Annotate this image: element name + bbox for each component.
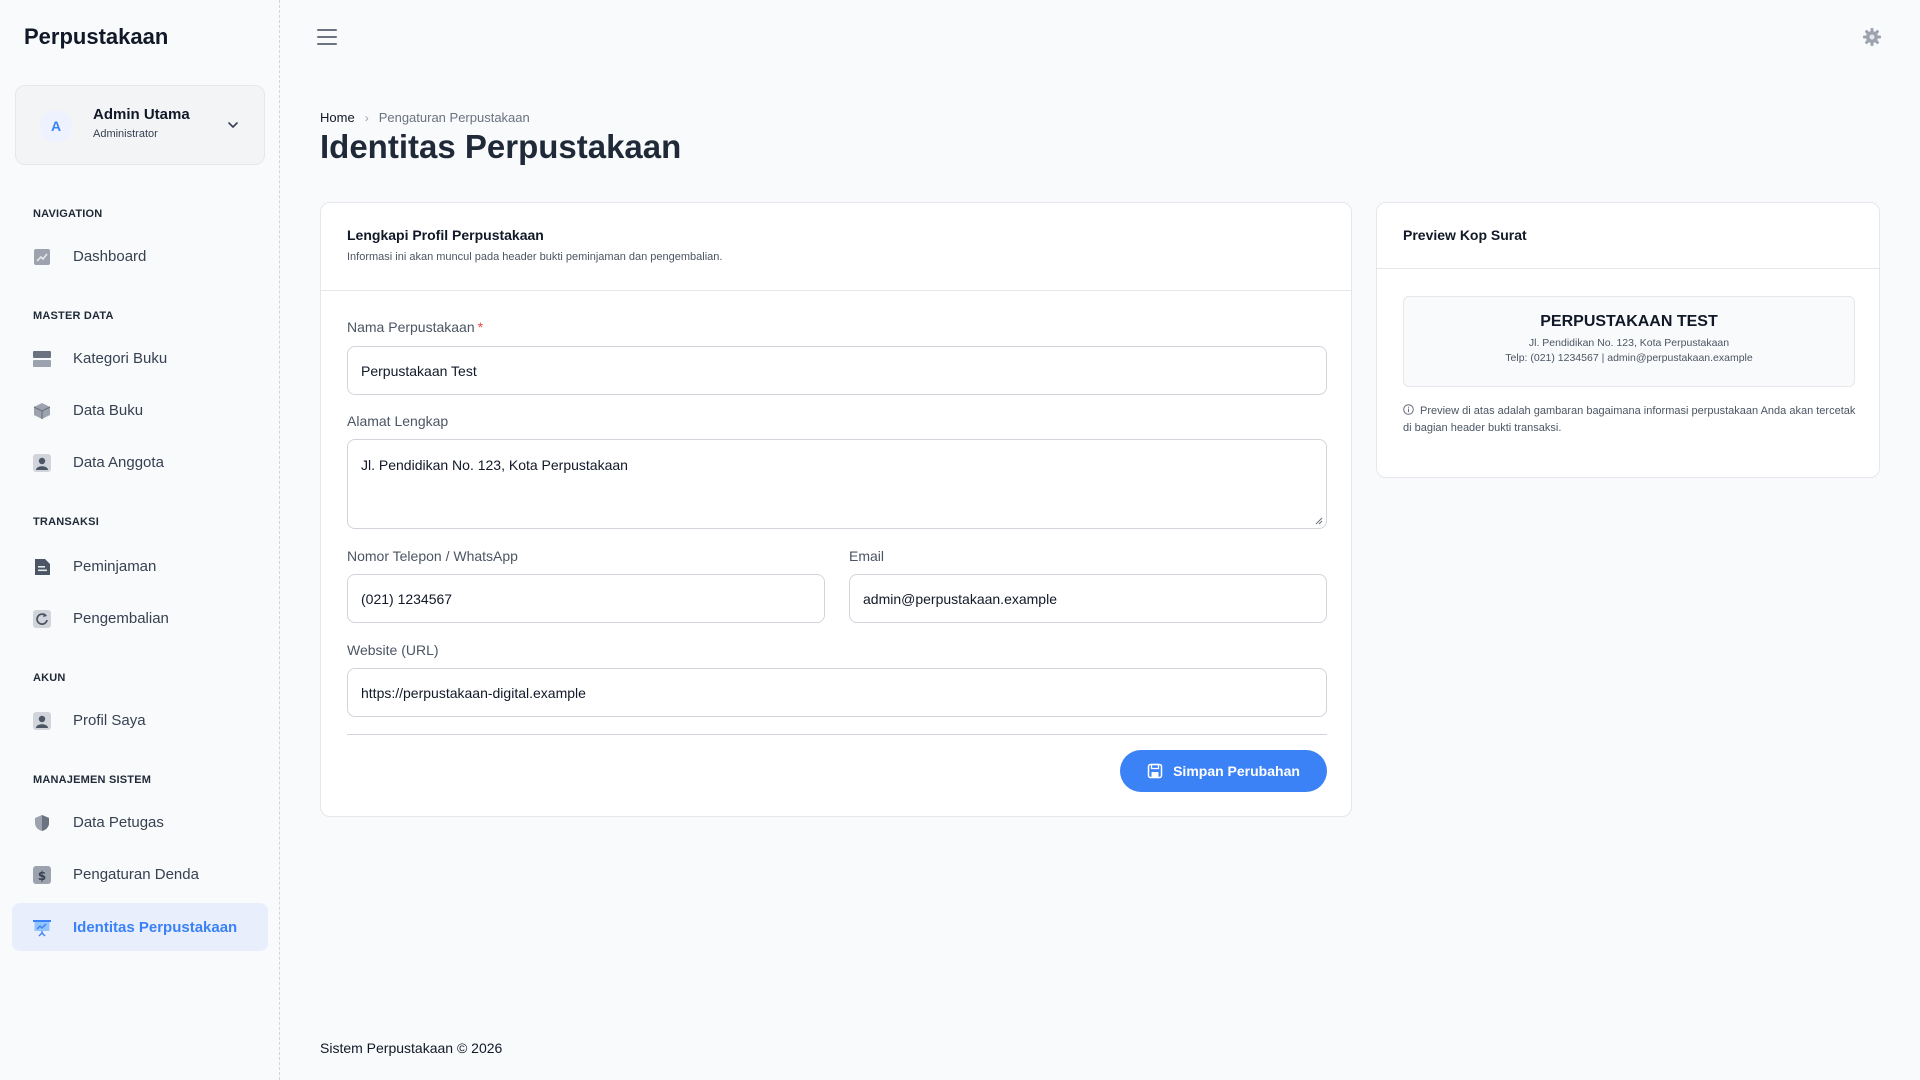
chevron-right-icon: › bbox=[364, 110, 369, 125]
email-input[interactable]: admin@perpustakaan.example bbox=[849, 574, 1327, 623]
preview-card: Preview Kop Surat PERPUSTAKAAN TEST Jl. … bbox=[1376, 202, 1880, 478]
sidebar-item-label: Dashboard bbox=[73, 248, 147, 265]
menu-toggle-icon[interactable] bbox=[317, 29, 337, 45]
sidebar-item-label: Pengaturan Denda bbox=[73, 866, 199, 883]
sidebar-item-label: Kategori Buku bbox=[73, 350, 168, 367]
resize-handle-icon[interactable] bbox=[1315, 517, 1323, 525]
sidebar-item-petugas[interactable]: Data Petugas bbox=[12, 798, 268, 846]
sidebar-item-anggota[interactable]: Data Anggota bbox=[12, 438, 268, 486]
brand-title: Perpustakaan bbox=[24, 24, 169, 49]
presentation-icon bbox=[33, 920, 51, 937]
telepon-label: Nomor Telepon / WhatsApp bbox=[347, 548, 518, 564]
sidebar-item-peminjaman[interactable]: Peminjaman bbox=[12, 542, 268, 590]
sidebar-item-label: Profil Saya bbox=[73, 712, 146, 729]
website-input[interactable]: https://perpustakaan-digital.example bbox=[347, 668, 1327, 717]
dollar-icon: $ bbox=[33, 866, 51, 884]
preview-title: Preview Kop Surat bbox=[1403, 227, 1527, 243]
alamat-textarea[interactable]: Jl. Pendidikan No. 123, Kota Perpustakaa… bbox=[347, 439, 1327, 529]
footer-text: Sistem Perpustakaan © 2026 bbox=[320, 1040, 503, 1056]
breadcrumb-current: Pengaturan Perpustakaan bbox=[378, 110, 530, 125]
sidebar: Perpustakaan A Admin Utama Administrator… bbox=[0, 0, 280, 1080]
sidebar-item-label: Data Anggota bbox=[73, 454, 164, 471]
telepon-input[interactable]: (021) 1234567 bbox=[347, 574, 825, 623]
sidebar-item-label: Identitas Perpustakaan bbox=[73, 919, 238, 936]
user-icon bbox=[33, 712, 51, 730]
form-card-subtitle: Informasi ini akan muncul pada header bu… bbox=[347, 251, 723, 263]
form-card: Lengkapi Profil Perpustakaan Informasi i… bbox=[320, 202, 1352, 817]
user-name: Admin Utama bbox=[93, 106, 190, 123]
category-icon bbox=[33, 351, 51, 367]
breadcrumb: Home › Pengaturan Perpustakaan bbox=[320, 110, 530, 125]
shield-icon bbox=[35, 815, 49, 831]
letterhead-preview: PERPUSTAKAAN TEST Jl. Pendidikan No. 123… bbox=[1403, 296, 1855, 387]
sidebar-item-label: Peminjaman bbox=[73, 558, 157, 575]
nav-section-master: MASTER DATA bbox=[33, 310, 114, 322]
alamat-label: Alamat Lengkap bbox=[347, 413, 449, 429]
nama-input[interactable]: Perpustakaan Test bbox=[347, 346, 1327, 395]
nama-label-text: Nama Perpustakaan bbox=[347, 319, 475, 335]
sidebar-item-kategori[interactable]: Kategori Buku bbox=[12, 334, 268, 382]
sidebar-item-profil[interactable]: Profil Saya bbox=[12, 696, 268, 744]
save-icon bbox=[1147, 763, 1163, 779]
letterhead-contact: Telp: (021) 1234567 | admin@perpustakaan… bbox=[1505, 352, 1753, 364]
letterhead-address: Jl. Pendidikan No. 123, Kota Perpustakaa… bbox=[1528, 337, 1730, 349]
alamat-value: Jl. Pendidikan No. 123, Kota Perpustakaa… bbox=[361, 457, 628, 473]
chart-icon bbox=[34, 249, 50, 265]
sidebar-item-pengembalian[interactable]: Pengembalian bbox=[12, 594, 268, 642]
gear-icon[interactable] bbox=[1862, 27, 1882, 47]
preview-card-header: Preview Kop Surat bbox=[1377, 203, 1879, 269]
preview-note: Preview di atas adalah gambaran bagaiman… bbox=[1403, 403, 1863, 437]
sidebar-item-denda[interactable]: $ Pengaturan Denda bbox=[12, 850, 268, 898]
letterhead-name: PERPUSTAKAAN TEST bbox=[1540, 313, 1718, 330]
refresh-icon bbox=[33, 610, 51, 628]
user-icon bbox=[33, 454, 51, 472]
nav-section-akun: AKUN bbox=[33, 672, 66, 684]
sidebar-item-buku[interactable]: Data Buku bbox=[12, 386, 268, 434]
user-role: Administrator bbox=[93, 128, 158, 140]
avatar: A bbox=[40, 110, 72, 142]
user-menu[interactable]: A Admin Utama Administrator bbox=[15, 85, 265, 165]
box-icon bbox=[33, 403, 51, 419]
form-divider bbox=[347, 734, 1327, 735]
sidebar-item-identitas[interactable]: Identitas Perpustakaan bbox=[12, 903, 268, 951]
sidebar-item-label: Data Buku bbox=[73, 402, 144, 419]
save-button-label: Simpan Perubahan bbox=[1173, 763, 1300, 779]
required-mark: * bbox=[477, 319, 484, 335]
preview-note-text: Preview di atas adalah gambaran bagaiman… bbox=[1403, 405, 1856, 434]
website-label: Website (URL) bbox=[347, 642, 439, 658]
svg-text:$: $ bbox=[38, 869, 46, 883]
form-card-header: Lengkapi Profil Perpustakaan Informasi i… bbox=[321, 203, 1351, 291]
form-card-title: Lengkapi Profil Perpustakaan bbox=[347, 227, 544, 243]
save-button[interactable]: Simpan Perubahan bbox=[1120, 750, 1327, 792]
email-label: Email bbox=[849, 548, 885, 564]
document-icon bbox=[35, 559, 50, 575]
nav-section-sistem: MANAJEMEN SISTEM bbox=[33, 774, 152, 786]
sidebar-item-label: Data Petugas bbox=[73, 814, 164, 831]
info-icon bbox=[1403, 404, 1414, 415]
nama-label: Nama Perpustakaan * bbox=[347, 319, 483, 335]
breadcrumb-home[interactable]: Home bbox=[320, 110, 355, 125]
page-title: Identitas Perpustakaan bbox=[320, 128, 682, 165]
chevron-down-icon bbox=[228, 122, 238, 128]
nav-section-navigation: NAVIGATION bbox=[33, 208, 103, 220]
sidebar-item-label: Pengembalian bbox=[73, 610, 169, 627]
sidebar-item-dashboard[interactable]: Dashboard bbox=[12, 232, 268, 280]
nav-section-transaksi: TRANSAKSI bbox=[33, 516, 99, 528]
